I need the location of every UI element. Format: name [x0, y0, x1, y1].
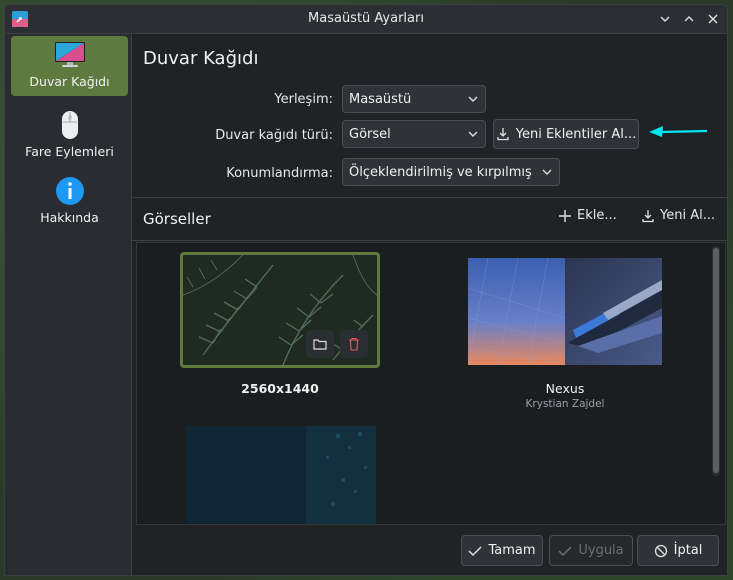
settings-window: Masaüstü Ayarları Duvar Kağıdı Fare Eyle…	[4, 4, 728, 576]
sidebar-item-label: Hakkında	[40, 210, 99, 225]
chevron-down-icon	[542, 169, 552, 175]
get-new-plugins-label: Yeni Eklentiler Al...	[515, 126, 637, 142]
minimize-button[interactable]	[655, 9, 675, 29]
layout-label: Yerleşim:	[274, 92, 333, 107]
wallpaper-type-label: Duvar kağıdı türü:	[215, 128, 333, 143]
main-panel: Duvar Kağıdı Yerleşim: Masaüstü Duvar ka…	[132, 34, 727, 575]
chevron-down-icon	[660, 16, 670, 22]
positioning-select[interactable]: Ölçeklendirilmiş ve kırpılmış	[342, 158, 560, 186]
download-icon	[497, 128, 509, 141]
wallpaper-type-select[interactable]: Görsel	[342, 120, 486, 148]
maximize-button[interactable]	[679, 9, 699, 29]
cancel-label: İptal	[673, 543, 703, 558]
section-divider	[132, 240, 727, 241]
sidebar-item-about[interactable]: Hakkında	[11, 172, 128, 232]
images-section-title: Görseller	[143, 210, 211, 228]
cancel-icon	[654, 544, 667, 557]
page-title: Duvar Kağıdı	[143, 48, 259, 69]
wallpaper-gallery: 2560x1440 Nexus Krystian Zajdel	[136, 242, 726, 525]
folder-icon	[313, 339, 327, 350]
close-icon	[708, 14, 718, 24]
sidebar-item-label: Duvar Kağıdı	[29, 74, 110, 89]
wallpaper-thumbnail[interactable]	[180, 252, 380, 368]
sidebar-item-wallpaper[interactable]: Duvar Kağıdı	[11, 36, 128, 96]
section-divider	[132, 197, 727, 198]
delete-wallpaper-button[interactable]	[340, 330, 368, 358]
layout-select-value: Masaüstü	[349, 91, 412, 107]
apply-button[interactable]: Uygula	[549, 535, 633, 566]
ok-button[interactable]: Tamam	[461, 535, 543, 566]
wallpaper-name: 2560x1440	[241, 381, 319, 396]
window-title: Masaüstü Ayarları	[308, 11, 424, 26]
plus-icon	[559, 209, 571, 222]
wallpaper-preview-nexus	[468, 258, 662, 365]
checkmark-icon	[558, 545, 572, 556]
wallpaper-preview-dark	[186, 426, 376, 524]
add-image-button[interactable]: Ekle...	[558, 208, 617, 223]
sidebar-item-mouse-actions[interactable]: Fare Eylemleri	[11, 106, 128, 166]
mouse-icon	[53, 110, 87, 140]
positioning-label: Konumlandırma:	[226, 166, 333, 181]
wallpaper-author: Krystian Zajdel	[525, 398, 605, 410]
chevron-down-icon	[468, 131, 478, 137]
annotation-arrow-icon	[649, 126, 708, 137]
layout-select[interactable]: Masaüstü	[342, 85, 486, 113]
info-icon	[53, 176, 87, 206]
add-image-label: Ekle...	[577, 208, 617, 223]
positioning-value: Ölçeklendirilmiş ve kırpılmış	[349, 164, 532, 180]
get-new-wallpapers-button[interactable]: Yeni Al...	[641, 208, 715, 223]
ok-label: Tamam	[488, 543, 536, 558]
cancel-button[interactable]: İptal	[637, 535, 719, 566]
download-icon	[642, 209, 654, 222]
gallery-scrollbar[interactable]	[712, 246, 720, 476]
scrollbar-thumb[interactable]	[713, 248, 719, 473]
open-folder-button[interactable]	[306, 330, 334, 358]
title-bar: Masaüstü Ayarları	[5, 5, 727, 34]
wallpaper-thumbnail[interactable]	[186, 426, 376, 524]
close-button[interactable]	[703, 9, 723, 29]
get-new-plugins-button[interactable]: Yeni Eklentiler Al...	[493, 119, 639, 149]
monitor-icon	[53, 40, 87, 70]
wallpaper-type-value: Görsel	[349, 126, 391, 142]
chevron-down-icon	[468, 96, 478, 102]
wallpaper-name: Nexus	[545, 381, 585, 396]
apply-label: Uygula	[578, 543, 624, 558]
chevron-up-icon	[684, 16, 694, 22]
get-new-wallpapers-label: Yeni Al...	[660, 208, 716, 223]
checkmark-icon	[468, 545, 482, 556]
trash-icon	[349, 337, 359, 351]
wallpaper-thumbnail[interactable]	[468, 258, 662, 365]
sidebar: Duvar Kağıdı Fare Eylemleri Hakkında	[5, 34, 132, 575]
sidebar-item-label: Fare Eylemleri	[25, 144, 114, 159]
